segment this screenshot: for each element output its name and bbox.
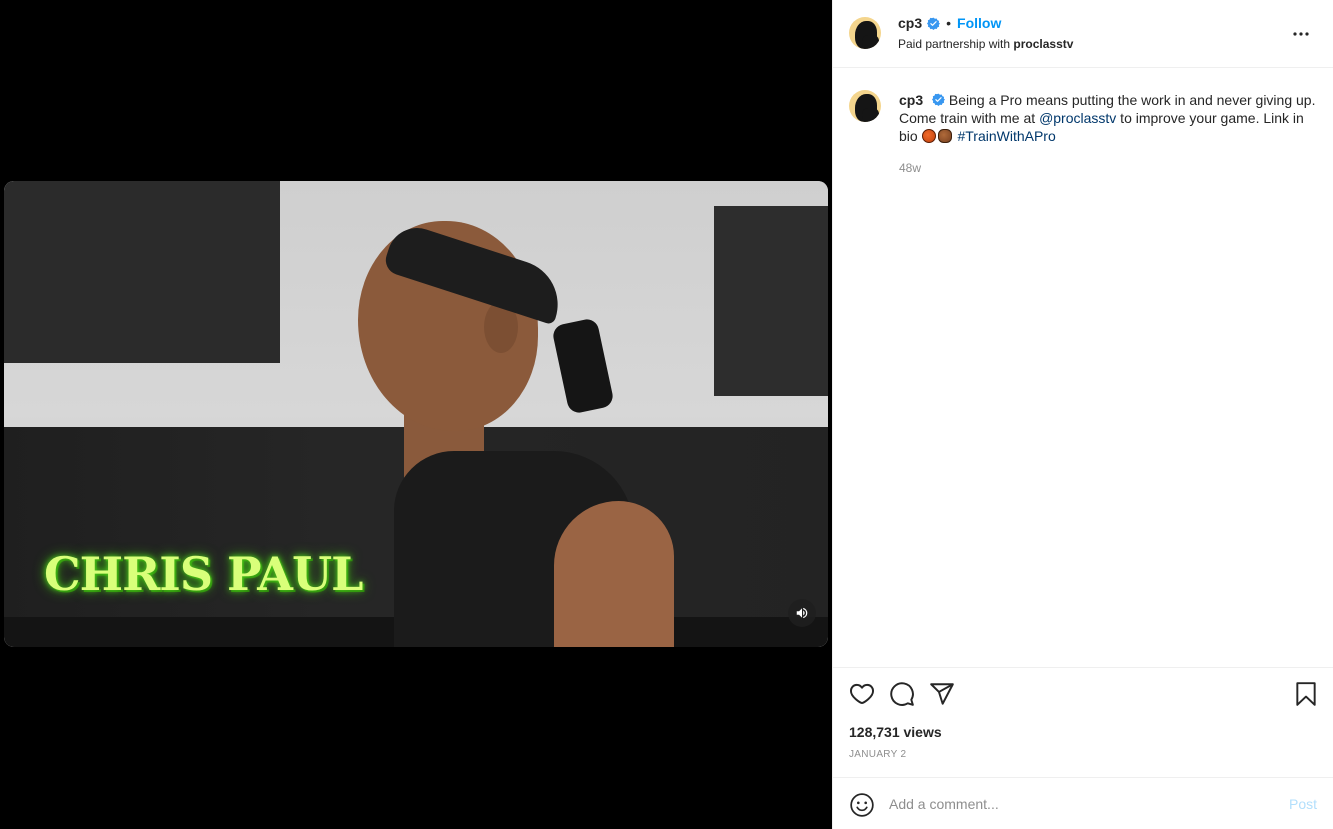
header-name-row: cp3 • Follow: [898, 15, 1001, 31]
add-comment-bar: Post: [833, 777, 1333, 829]
video-frame-panel: [4, 181, 280, 363]
comments-area[interactable]: cp3 Being a Pro means putting the work i…: [833, 69, 1333, 667]
post-viewer: CHRIS PAUL cp3 • Follow Paid partnership…: [0, 0, 1333, 829]
partnership-label: Paid partnership with proclasstv: [898, 37, 1073, 51]
basketball-emoji: [921, 129, 936, 143]
post-sidebar: cp3 • Follow Paid partnership with procl…: [832, 0, 1333, 829]
post-header: cp3 • Follow Paid partnership with procl…: [833, 0, 1333, 68]
mute-button[interactable]: [788, 599, 816, 627]
video-overlay-title: CHRIS PAUL: [44, 547, 363, 601]
view-count[interactable]: 128,731 views: [849, 724, 942, 740]
partner-link[interactable]: proclasstv: [1013, 37, 1073, 51]
media-pane: CHRIS PAUL: [0, 0, 832, 829]
mention-link[interactable]: @proclasstv: [1039, 110, 1116, 126]
video-player[interactable]: CHRIS PAUL: [4, 181, 828, 647]
verified-badge-icon: [932, 93, 945, 106]
follow-button[interactable]: Follow: [957, 15, 1001, 31]
post-caption: cp3 Being a Pro means putting the work i…: [899, 91, 1319, 145]
verified-badge-icon: [927, 17, 941, 30]
basketball-emoji: [937, 129, 952, 143]
emoji-picker-icon[interactable]: [849, 792, 875, 818]
username-link[interactable]: cp3: [898, 15, 922, 31]
caption-username-link[interactable]: cp3: [899, 92, 923, 108]
speaker-icon: [796, 607, 808, 619]
post-comment-button[interactable]: Post: [1289, 796, 1317, 812]
avatar[interactable]: [849, 90, 881, 122]
partnership-prefix: Paid partnership with: [898, 37, 1014, 51]
post-date[interactable]: JANUARY 2: [849, 749, 906, 760]
more-options-icon: [1293, 32, 1309, 36]
bookmark-icon[interactable]: [1293, 681, 1319, 707]
separator-dot: •: [946, 15, 952, 31]
post-actions: 128,731 views JANUARY 2: [833, 667, 1333, 777]
video-subject: [344, 201, 684, 647]
heart-icon[interactable]: [849, 681, 875, 707]
more-options-button[interactable]: [1289, 22, 1313, 46]
caption-timestamp: 48w: [899, 161, 922, 175]
hashtag-link[interactable]: #TrainWithAPro: [957, 128, 1055, 144]
share-icon[interactable]: [929, 681, 955, 707]
avatar[interactable]: [849, 17, 881, 49]
comment-icon[interactable]: [889, 681, 915, 707]
comment-input[interactable]: [889, 793, 1269, 815]
video-frame-panel: [714, 206, 828, 396]
